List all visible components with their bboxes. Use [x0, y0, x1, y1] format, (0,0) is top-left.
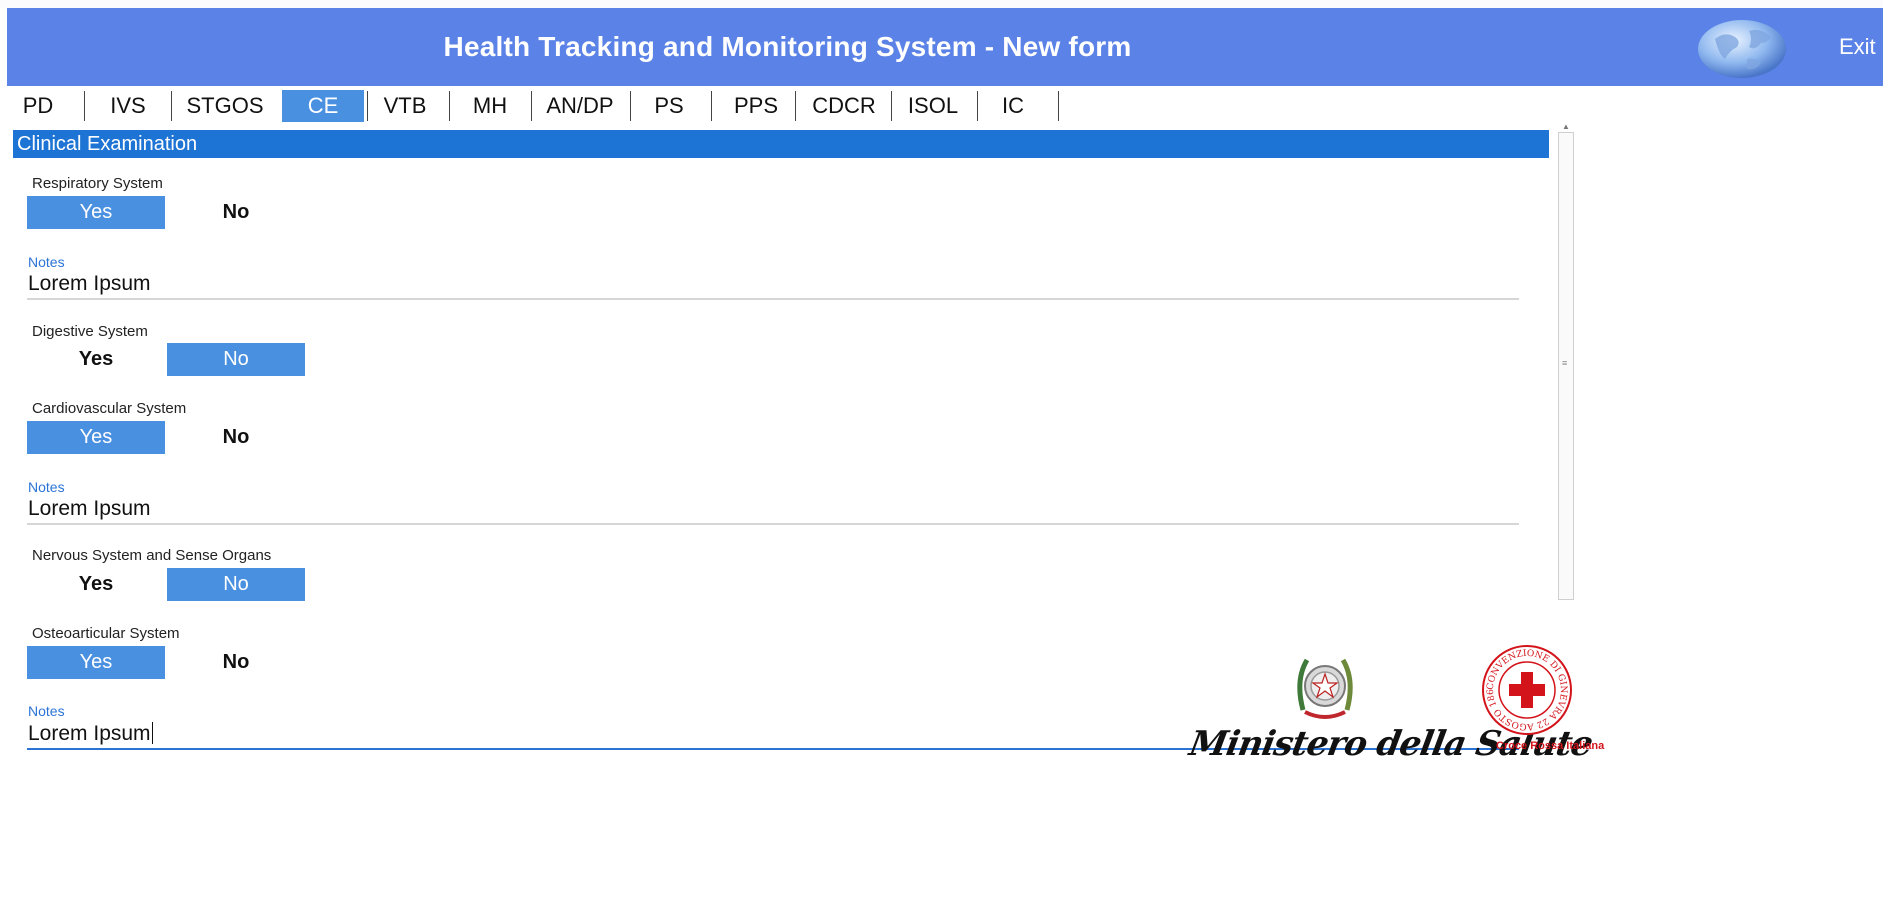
respiratory-notes-input[interactable]: Lorem Ipsum — [28, 272, 151, 296]
nervous-yes-button[interactable]: Yes — [27, 568, 165, 601]
osteoarticular-notes-label: Notes — [28, 703, 65, 719]
tab-vtb[interactable]: VTB — [371, 90, 439, 122]
respiratory-no-button[interactable]: No — [167, 196, 305, 229]
tab-separator — [1058, 91, 1059, 121]
osteoarticular-notes-text: Lorem Ipsum — [28, 722, 151, 745]
tab-bar: PD IVS STGOS CE VTB MH AN/DP PS PPS CDCR… — [0, 86, 1883, 126]
tab-isol[interactable]: ISOL — [894, 90, 972, 122]
tab-separator — [531, 91, 532, 121]
cardiovascular-yes-button[interactable]: Yes — [27, 421, 165, 454]
tab-mh[interactable]: MH — [459, 90, 521, 122]
digestive-no-button[interactable]: No — [167, 343, 305, 376]
nervous-label: Nervous System and Sense Organs — [32, 547, 272, 564]
cardiovascular-label: Cardiovascular System — [32, 400, 187, 417]
app-header: Health Tracking and Monitoring System - … — [7, 8, 1883, 86]
tab-separator — [84, 91, 85, 121]
nervous-no-button[interactable]: No — [167, 568, 305, 601]
tab-pps[interactable]: PPS — [722, 90, 790, 122]
scroll-grip-icon[interactable]: ≡ — [1562, 358, 1567, 368]
red-cross-seal-icon: CONVENZIONE DI GINEVRA 22 AGOSTO 1864 — [1481, 644, 1572, 735]
scroll-up-icon[interactable]: ▲ — [1562, 122, 1570, 131]
tab-separator — [711, 91, 712, 121]
respiratory-label: Respiratory System — [32, 175, 163, 192]
osteoarticular-no-button[interactable]: No — [167, 646, 305, 679]
cardiovascular-no-button[interactable]: No — [167, 421, 305, 454]
tab-separator — [977, 91, 978, 121]
cardiovascular-notes-input[interactable]: Lorem Ipsum — [28, 497, 151, 521]
osteoarticular-notes-input[interactable]: Lorem Ipsum — [28, 722, 153, 746]
respiratory-yes-button[interactable]: Yes — [27, 196, 165, 229]
osteoarticular-yes-button[interactable]: Yes — [27, 646, 165, 679]
top-strip — [0, 0, 1883, 8]
section-header: Clinical Examination — [13, 130, 1549, 158]
tab-separator — [891, 91, 892, 121]
italian-emblem-icon — [1297, 658, 1353, 719]
cardiovascular-notes-label: Notes — [28, 479, 65, 495]
respiratory-notes-label: Notes — [28, 254, 65, 270]
tab-ivs[interactable]: IVS — [101, 90, 155, 122]
tab-separator — [171, 91, 172, 121]
digestive-label: Digestive System — [32, 323, 148, 340]
tab-separator — [795, 91, 796, 121]
tab-separator — [449, 91, 450, 121]
app-title: Health Tracking and Monitoring System - … — [443, 31, 1132, 62]
tab-separator — [367, 91, 368, 121]
tab-stgos[interactable]: STGOS — [175, 90, 275, 122]
tab-an-dp[interactable]: AN/DP — [535, 90, 625, 122]
tab-ce[interactable]: CE — [282, 90, 364, 122]
tab-ps[interactable]: PS — [645, 90, 693, 122]
globe-icon — [1698, 20, 1786, 78]
exit-button[interactable]: Exit — [1839, 8, 1876, 86]
osteoarticular-label: Osteoarticular System — [32, 625, 180, 642]
tab-cdcr[interactable]: CDCR — [799, 90, 889, 122]
tab-pd[interactable]: PD — [16, 90, 60, 122]
respiratory-notes-underline — [27, 298, 1519, 300]
text-cursor — [151, 722, 153, 744]
tab-ic[interactable]: IC — [990, 90, 1036, 122]
cardiovascular-notes-underline — [27, 523, 1519, 525]
red-cross-label: Croce Rossa Italiana — [1496, 740, 1605, 752]
tab-separator — [630, 91, 631, 121]
digestive-yes-button[interactable]: Yes — [27, 343, 165, 376]
